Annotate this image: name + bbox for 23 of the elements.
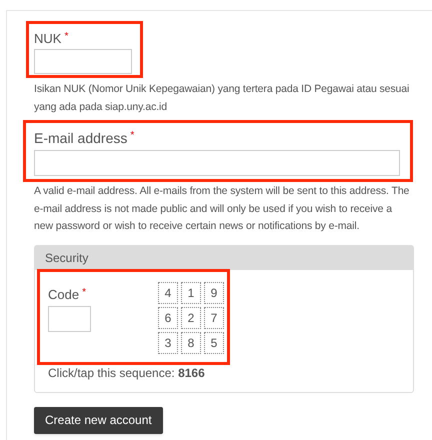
field-description: Isikan NUK (Nomor Unik Kepegawaian) yang tertera pada ID Pegawai atau sesuai yang ada pada siap.uny.ac.id xyxy=(34,82,410,114)
field-label: NUK xyxy=(34,30,62,48)
field-label: E-mail address xyxy=(34,129,128,148)
keypad-key[interactable]: 3 xyxy=(158,332,178,354)
required-mark: * xyxy=(64,30,68,44)
keypad-key[interactable]: 8 xyxy=(181,332,201,354)
keypad-key[interactable]: 6 xyxy=(158,306,178,328)
email-input[interactable] xyxy=(34,150,400,176)
keypad-key[interactable]: 7 xyxy=(204,306,224,328)
required-mark: * xyxy=(130,129,134,143)
field-description: A valid e-mail address. All e-mails from the system will be sent to this address. The e-mail address is not made public and will only be used if you wish to receive a new password or wish to receive certain news or notifications by e-mail. xyxy=(34,184,410,234)
nuk-input[interactable] xyxy=(34,49,132,74)
code-input[interactable] xyxy=(48,306,91,332)
panel-header: Security xyxy=(35,246,413,270)
keypad-key[interactable]: 9 xyxy=(204,282,224,304)
keypad-key[interactable]: 1 xyxy=(181,282,201,304)
keypad-key[interactable]: 4 xyxy=(158,282,178,304)
field-label: Code xyxy=(48,286,80,304)
create-account-button[interactable]: Create new account xyxy=(34,406,163,434)
sequence-instruction: Click/tap this sequence: 8166 xyxy=(48,364,206,382)
keypad-key[interactable]: 5 xyxy=(204,332,224,354)
keypad-key[interactable]: 2 xyxy=(181,306,201,328)
required-mark: * xyxy=(82,286,86,300)
